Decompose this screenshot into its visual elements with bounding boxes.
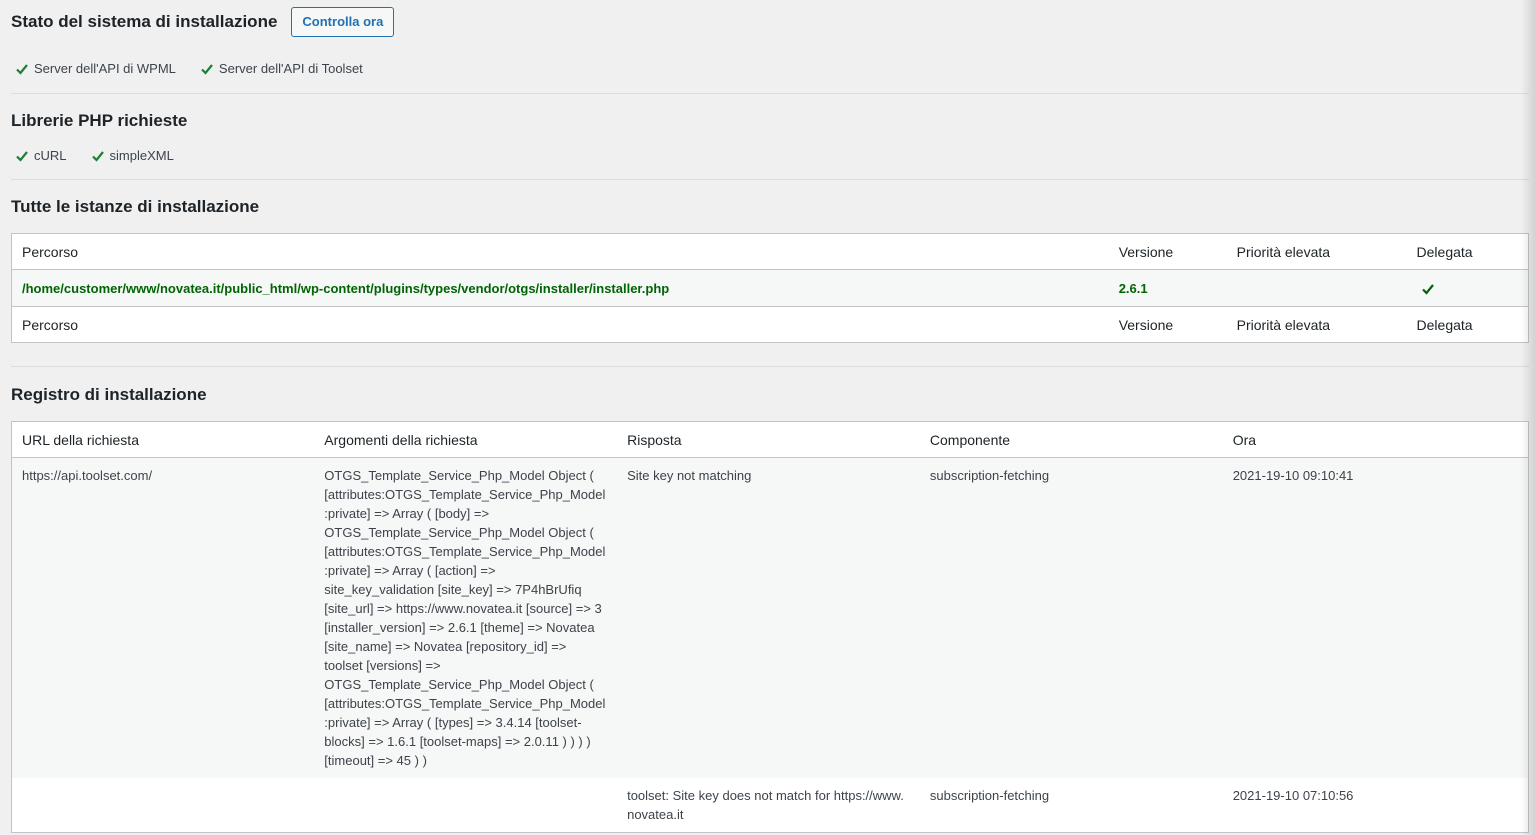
- instances-footer-row: Percorso Versione Priorità elevata Deleg…: [11, 306, 1529, 343]
- instance-version: 2.6.1: [1108, 269, 1227, 307]
- log-component: subscription-fetching: [919, 457, 1223, 778]
- log-response: toolset: Site key does not match for htt…: [627, 788, 904, 822]
- instances-table: Percorso Versione Priorità elevata Deleg…: [11, 233, 1529, 343]
- table-row: https://api.toolset.com/ OTGS_Template_S…: [11, 457, 1529, 778]
- divider: [11, 179, 1529, 180]
- column-footer-high-priority: Priorità elevata: [1226, 306, 1407, 343]
- log-table: URL della richiesta Argomenti della rich…: [11, 421, 1529, 833]
- column-header-path: Percorso: [11, 233, 1109, 270]
- checkmark-icon: [91, 149, 105, 163]
- server-checks: Server dell'API di WPML Server dell'API …: [15, 61, 387, 76]
- log-request-args: [314, 778, 617, 833]
- divider: [11, 93, 1529, 94]
- column-header-request-url: URL della richiesta: [11, 421, 315, 458]
- column-header-high-priority: Priorità elevata: [1226, 233, 1407, 270]
- library-label: cURL: [34, 148, 67, 163]
- instance-path: /home/customer/www/novatea.it/public_htm…: [11, 269, 1109, 307]
- checkmark-icon: [200, 62, 214, 76]
- library-check-curl: cURL: [15, 148, 67, 163]
- instances-header-row: Percorso Versione Priorità elevata Deleg…: [11, 233, 1529, 270]
- page-title: Stato del sistema di installazione: [11, 12, 278, 31]
- column-header-delegated: Delegata: [1406, 233, 1529, 270]
- instance-high-priority: [1226, 269, 1407, 307]
- column-footer-version: Versione: [1108, 306, 1227, 343]
- installer-status-page: Stato del sistema di installazione Contr…: [0, 0, 1535, 835]
- library-label: simpleXML: [109, 148, 174, 163]
- checkmark-icon: [15, 62, 29, 76]
- divider: [11, 366, 1529, 367]
- php-library-checks: cURL simpleXML: [15, 148, 198, 163]
- server-check-wpml: Server dell'API di WPML: [15, 61, 176, 76]
- log-time: 2021-19-10 07:10:56: [1232, 788, 1354, 803]
- php-libraries-title: Librerie PHP richieste: [11, 111, 188, 130]
- log-response: Site key not matching: [617, 457, 920, 778]
- column-header-version: Versione: [1108, 233, 1227, 270]
- status-header: Stato del sistema di installazione Contr…: [11, 7, 395, 37]
- checkmark-icon: [15, 149, 29, 163]
- column-footer-delegated: Delegata: [1406, 306, 1529, 343]
- log-title: Registro di installazione: [11, 385, 207, 404]
- log-header-row: URL della richiesta Argomenti della rich…: [11, 421, 1529, 458]
- table-row: toolset: Site key does not match for htt…: [12, 778, 1529, 833]
- column-header-request-args: Argomenti della richiesta: [314, 421, 618, 458]
- instance-delegated: [1406, 269, 1529, 307]
- log-request-url: [12, 778, 315, 833]
- column-header-time: Ora: [1222, 421, 1529, 458]
- log-time: 2021-19-10 09:10:41: [1222, 457, 1529, 778]
- server-label: Server dell'API di WPML: [34, 61, 176, 76]
- checkmark-icon: [1421, 282, 1435, 296]
- log-request-url: https://api.toolset.com/: [11, 457, 315, 778]
- column-footer-path: Percorso: [11, 306, 1109, 343]
- log-component: subscription-fetching: [929, 788, 1050, 803]
- table-row: /home/customer/www/novatea.it/public_htm…: [11, 269, 1529, 307]
- check-now-button[interactable]: Controlla ora: [291, 7, 395, 37]
- server-check-toolset: Server dell'API di Toolset: [200, 61, 363, 76]
- column-header-component: Componente: [919, 421, 1223, 458]
- library-check-simplexml: simpleXML: [91, 148, 174, 163]
- instances-title: Tutte le istanze di installazione: [11, 197, 260, 216]
- log-request-args: OTGS_Template_Service_Php_Model Object (…: [314, 457, 618, 778]
- column-header-response: Risposta: [617, 421, 920, 458]
- server-label: Server dell'API di Toolset: [218, 61, 363, 76]
